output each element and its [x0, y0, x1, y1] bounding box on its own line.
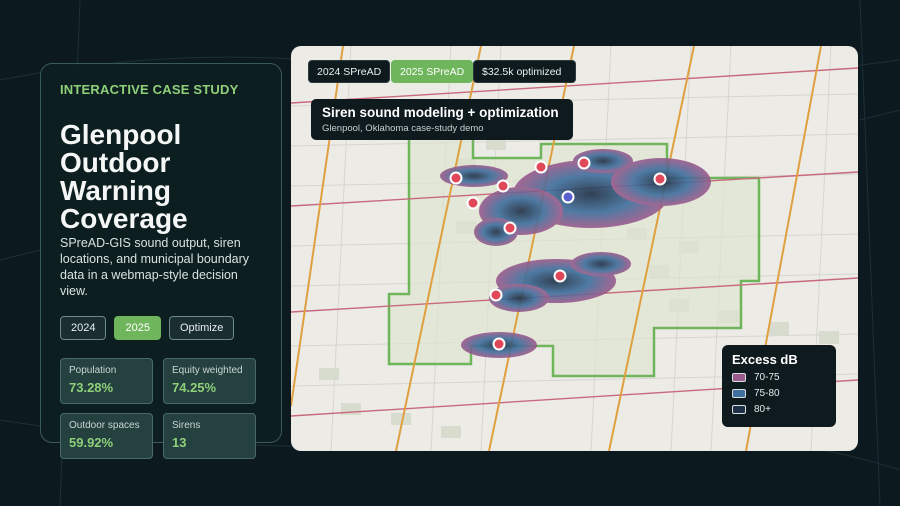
stats-grid: Population 73.28% Equity weighted 74.25%… — [60, 358, 262, 459]
legend-item: 80+ — [732, 404, 826, 415]
map-info-title: Siren sound modeling + optimization — [322, 105, 559, 120]
case-study-panel: INTERACTIVE CASE STUDY Glenpool Outdoor … — [40, 63, 282, 459]
stat-label: Population — [69, 365, 117, 376]
title-line: Coverage — [60, 203, 188, 234]
stat-label: Outdoor spaces — [69, 420, 140, 431]
stat-label: Equity weighted — [172, 365, 243, 376]
eyebrow-label: INTERACTIVE CASE STUDY — [60, 82, 239, 97]
siren-marker — [503, 221, 517, 235]
toggle-2024-button[interactable]: 2024 — [60, 316, 107, 340]
stat-value: 74.25% — [172, 380, 217, 395]
legend-swatch-70-75 — [732, 373, 746, 382]
map-legend: Excess dB 70-75 75-80 80+ — [722, 345, 836, 427]
siren-marker — [496, 179, 510, 193]
siren-marker — [577, 156, 591, 170]
toggle-optimize-button[interactable]: Optimize — [168, 316, 235, 340]
siren-marker — [534, 160, 548, 174]
webmap-card[interactable]: 2024 SPreAD 2025 SPreAD $32.5k optimized… — [291, 46, 858, 451]
stat-label: Sirens — [172, 420, 201, 431]
stat-card-outdoor-spaces: Outdoor spaces 59.92% — [60, 413, 153, 459]
year-toggle-group: 2024 2025 Optimize — [60, 316, 262, 340]
siren-marker — [466, 196, 480, 210]
siren-marker — [553, 269, 567, 283]
map-info-box: Siren sound modeling + optimization Glen… — [311, 99, 573, 140]
title-line: Warning — [60, 175, 171, 206]
stat-value: 13 — [172, 435, 187, 450]
siren-marker — [489, 288, 503, 302]
stat-card-population: Population 73.28% — [60, 358, 153, 404]
title-line: Outdoor — [60, 147, 171, 178]
stat-card-sirens: Sirens 13 — [163, 413, 256, 459]
legend-swatch-80-plus — [732, 405, 746, 414]
legend-swatch-75-80 — [732, 389, 746, 398]
layer-chip-2025-spread[interactable]: 2025 SPreAD — [391, 60, 474, 83]
siren-marker — [492, 337, 506, 351]
legend-label: 70-75 — [754, 372, 780, 383]
stat-value: 59.92% — [69, 435, 114, 450]
legend-label: 75-80 — [754, 388, 780, 399]
layer-chip-2024-spread[interactable]: 2024 SPreAD — [308, 60, 391, 83]
page-title: Glenpool Outdoor Warning Coverage — [60, 121, 262, 233]
siren-marker-selected — [561, 190, 575, 204]
title-line: Glenpool — [60, 119, 182, 150]
siren-marker — [449, 171, 463, 185]
map-info-subtitle: Glenpool, Oklahoma case-study demo — [322, 123, 484, 134]
description: SPreAD-GIS sound output, siren locations… — [60, 236, 250, 298]
siren-marker — [653, 172, 667, 186]
legend-label: 80+ — [754, 404, 771, 415]
stat-value: 73.28% — [69, 380, 114, 395]
toggle-2025-button[interactable]: 2025 — [114, 316, 161, 340]
legend-item: 70-75 — [732, 372, 826, 383]
legend-title: Excess dB — [732, 352, 798, 367]
optimized-cost-chip[interactable]: $32.5k optimized — [473, 60, 576, 83]
stat-card-equity-weighted: Equity weighted 74.25% — [163, 358, 256, 404]
legend-item: 75-80 — [732, 388, 826, 399]
